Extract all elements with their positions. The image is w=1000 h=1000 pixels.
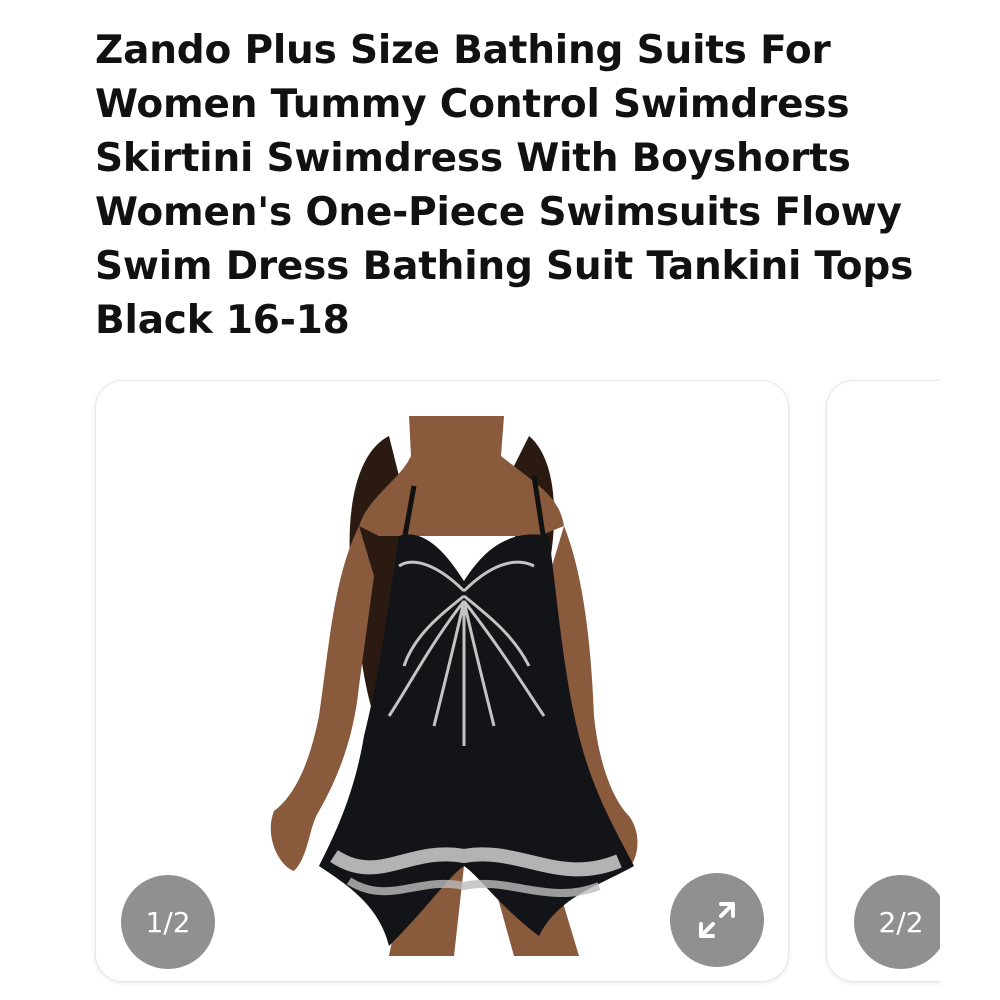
image-carousel[interactable]: 1/2 2/2 — [0, 378, 940, 988]
product-title: Zando Plus Size Bathing Suits For Women … — [95, 28, 914, 343]
gallery-slide[interactable]: 1/2 — [95, 380, 789, 982]
image-counter: 2/2 — [854, 875, 940, 969]
image-counter: 1/2 — [121, 875, 215, 969]
expand-arrows-icon — [699, 902, 735, 938]
product-image[interactable] — [239, 416, 664, 956]
expand-button[interactable] — [670, 873, 764, 967]
gallery-slide[interactable]: 2/2 — [826, 380, 940, 982]
